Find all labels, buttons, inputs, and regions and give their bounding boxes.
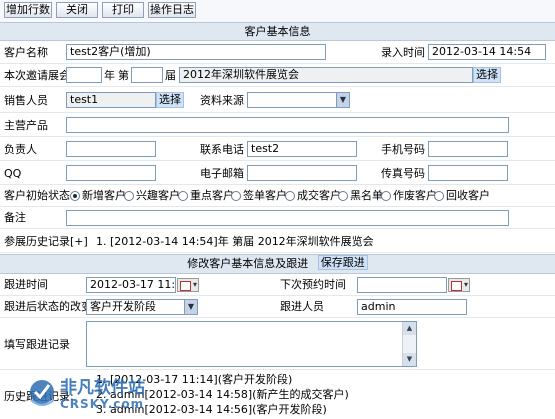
mobile-label: 手机号码 (381, 143, 425, 156)
sales-person-label: 销售人员 (4, 94, 48, 107)
jie-text: 届 (165, 69, 176, 82)
expo-name-input[interactable]: 2012年深圳软件展览会 (179, 67, 473, 83)
followup-time-input[interactable]: 2012-03-17 11:15 (86, 277, 176, 293)
expo-choose-button[interactable]: 选择 (473, 67, 501, 83)
owner-label: 负责人 (4, 143, 37, 156)
status-after-select[interactable]: 客户开发阶段 ▼ (86, 299, 198, 315)
initial-status-label: 客户初始状态 (4, 189, 70, 202)
chevron-down-icon: ▼ (184, 300, 197, 314)
status-radio-blacklist[interactable] (338, 191, 348, 201)
expo-history-item: 1. [2012-03-14 14:54]年 第届 2012年深圳软件展览会 (96, 235, 374, 248)
status-radio-signed[interactable] (231, 191, 241, 201)
status-radio-key[interactable] (178, 191, 188, 201)
status-option-key: 重点客户 (190, 189, 234, 202)
status-option-void: 作废客户 (393, 189, 437, 202)
row-expo-history: 参展历史记录[+] 1. [2012-03-14 14:54]年 第届 2012… (0, 229, 555, 253)
row-status-after: 跟进后状态的改变 客户开发阶段 ▼ 跟进人员 admin (0, 296, 555, 318)
remark-input[interactable] (66, 210, 509, 226)
customer-name-input[interactable]: test2客户(增加) (66, 44, 326, 60)
status-radio-interest[interactable] (124, 191, 134, 201)
status-option-closed: 成交客户 (297, 189, 341, 202)
section-followup-header: 修改客户基本信息及跟进 保存跟进 (0, 254, 555, 274)
remark-label: 备注 (4, 211, 26, 224)
phone-label: 联系电话 (200, 143, 244, 156)
status-radio-void[interactable] (381, 191, 391, 201)
followup-time-label: 跟进时间 (4, 278, 48, 291)
status-option-signed: 签单客户 (243, 189, 287, 202)
data-source-select[interactable]: ▼ (247, 92, 350, 108)
fax-input[interactable] (428, 165, 508, 181)
main-product-label: 主营产品 (4, 119, 48, 132)
next-appointment-label: 下次预约时间 (280, 278, 346, 291)
followup-person-label: 跟进人员 (280, 300, 324, 313)
data-source-label: 资料来源 (200, 94, 244, 107)
textarea-scrollbar[interactable]: ▲ ▼ (402, 322, 416, 366)
qq-label: QQ (4, 167, 22, 180)
toolbar: 增加行数 关闭 打印 操作日志 (0, 0, 555, 22)
section-customer-info-title: 客户基本信息 (244, 25, 311, 38)
status-option-interest: 兴趣客户 (136, 189, 180, 202)
expo-history-toggle[interactable]: 参展历史记录[+] (4, 235, 88, 249)
row-followup-record: 填写跟进记录 ▲ ▼ (0, 318, 555, 370)
row-followup-time: 跟进时间 2012-03-17 11:15 下次预约时间 (0, 274, 555, 296)
next-appointment-input[interactable] (357, 277, 447, 293)
status-option-recycled: 回收客户 (446, 189, 490, 202)
main-product-input[interactable] (66, 117, 509, 133)
row-qq-email-fax: QQ 电子邮箱 传真号码 (0, 161, 555, 185)
scroll-down-icon[interactable]: ▼ (403, 353, 416, 366)
print-button[interactable]: 打印 (102, 2, 144, 18)
operation-log-button[interactable]: 操作日志 (148, 2, 196, 18)
customer-name-label: 客户名称 (4, 46, 48, 59)
section-customer-info-header: 客户基本信息 (0, 22, 555, 41)
calendar-icon[interactable] (448, 278, 470, 292)
row-invited-expo: 本次邀请展会 年 第 届 2012年深圳软件展览会 选择 (0, 64, 555, 87)
entry-time-input[interactable]: 2012-03-14 14:54 (428, 44, 546, 60)
row-contact: 负责人 联系电话 test2 手机号码 (0, 137, 555, 161)
entry-time-label: 录入时间 (381, 46, 425, 59)
watermark-cn-text: 非凡软件站 (60, 378, 145, 398)
sales-choose-button[interactable]: 选择 (156, 92, 184, 108)
scroll-up-icon[interactable]: ▲ (403, 322, 416, 335)
followup-record-textarea[interactable]: ▲ ▼ (86, 321, 417, 367)
status-option-blacklist: 黑名单 (350, 189, 383, 202)
status-radio-closed[interactable] (285, 191, 295, 201)
add-rows-button[interactable]: 增加行数 (4, 2, 52, 18)
site-watermark-logo: 非凡软件站 CRSKY.com (28, 370, 178, 416)
expo-session-input[interactable] (131, 67, 163, 83)
fax-label: 传真号码 (381, 167, 425, 180)
calendar-icon[interactable] (177, 278, 199, 292)
chevron-down-icon: ▼ (336, 93, 349, 107)
row-initial-status: 客户初始状态 新增客户 兴趣客户 重点客户 签单客户 成交客户 黑名单 作废客户… (0, 185, 555, 207)
expo-year-input[interactable] (66, 67, 102, 83)
status-after-value: 客户开发阶段 (90, 300, 156, 313)
mobile-input[interactable] (428, 141, 508, 157)
followup-person-input[interactable]: admin (357, 299, 467, 315)
row-sales: 销售人员 test1 选择 资料来源 ▼ (0, 87, 555, 113)
email-input[interactable] (247, 165, 357, 181)
di-text: 第 (118, 69, 129, 82)
invited-expo-label: 本次邀请展会 (4, 69, 70, 82)
save-followup-button[interactable]: 保存跟进 (317, 255, 368, 270)
row-main-product: 主营产品 (0, 113, 555, 137)
email-label: 电子邮箱 (200, 167, 244, 180)
sales-person-input[interactable]: test1 (66, 92, 156, 108)
followup-record-label: 填写跟进记录 (4, 338, 70, 351)
status-option-new: 新增客户 (82, 189, 126, 202)
watermark-en-text: CRSKY.com (60, 397, 145, 411)
year-text: 年 (104, 69, 115, 82)
status-radio-recycled[interactable] (434, 191, 444, 201)
row-remark: 备注 (0, 207, 555, 229)
status-radio-new[interactable] (70, 191, 80, 201)
row-customer-name: 客户名称 test2客户(增加) 录入时间 2012-03-14 14:54 (0, 41, 555, 64)
phone-input[interactable]: test2 (247, 141, 357, 157)
section-followup-title: 修改客户基本信息及跟进 (187, 257, 309, 270)
qq-input[interactable] (66, 165, 156, 181)
close-button[interactable]: 关闭 (56, 2, 98, 18)
owner-input[interactable] (66, 141, 156, 157)
status-after-label: 跟进后状态的改变 (4, 300, 92, 313)
